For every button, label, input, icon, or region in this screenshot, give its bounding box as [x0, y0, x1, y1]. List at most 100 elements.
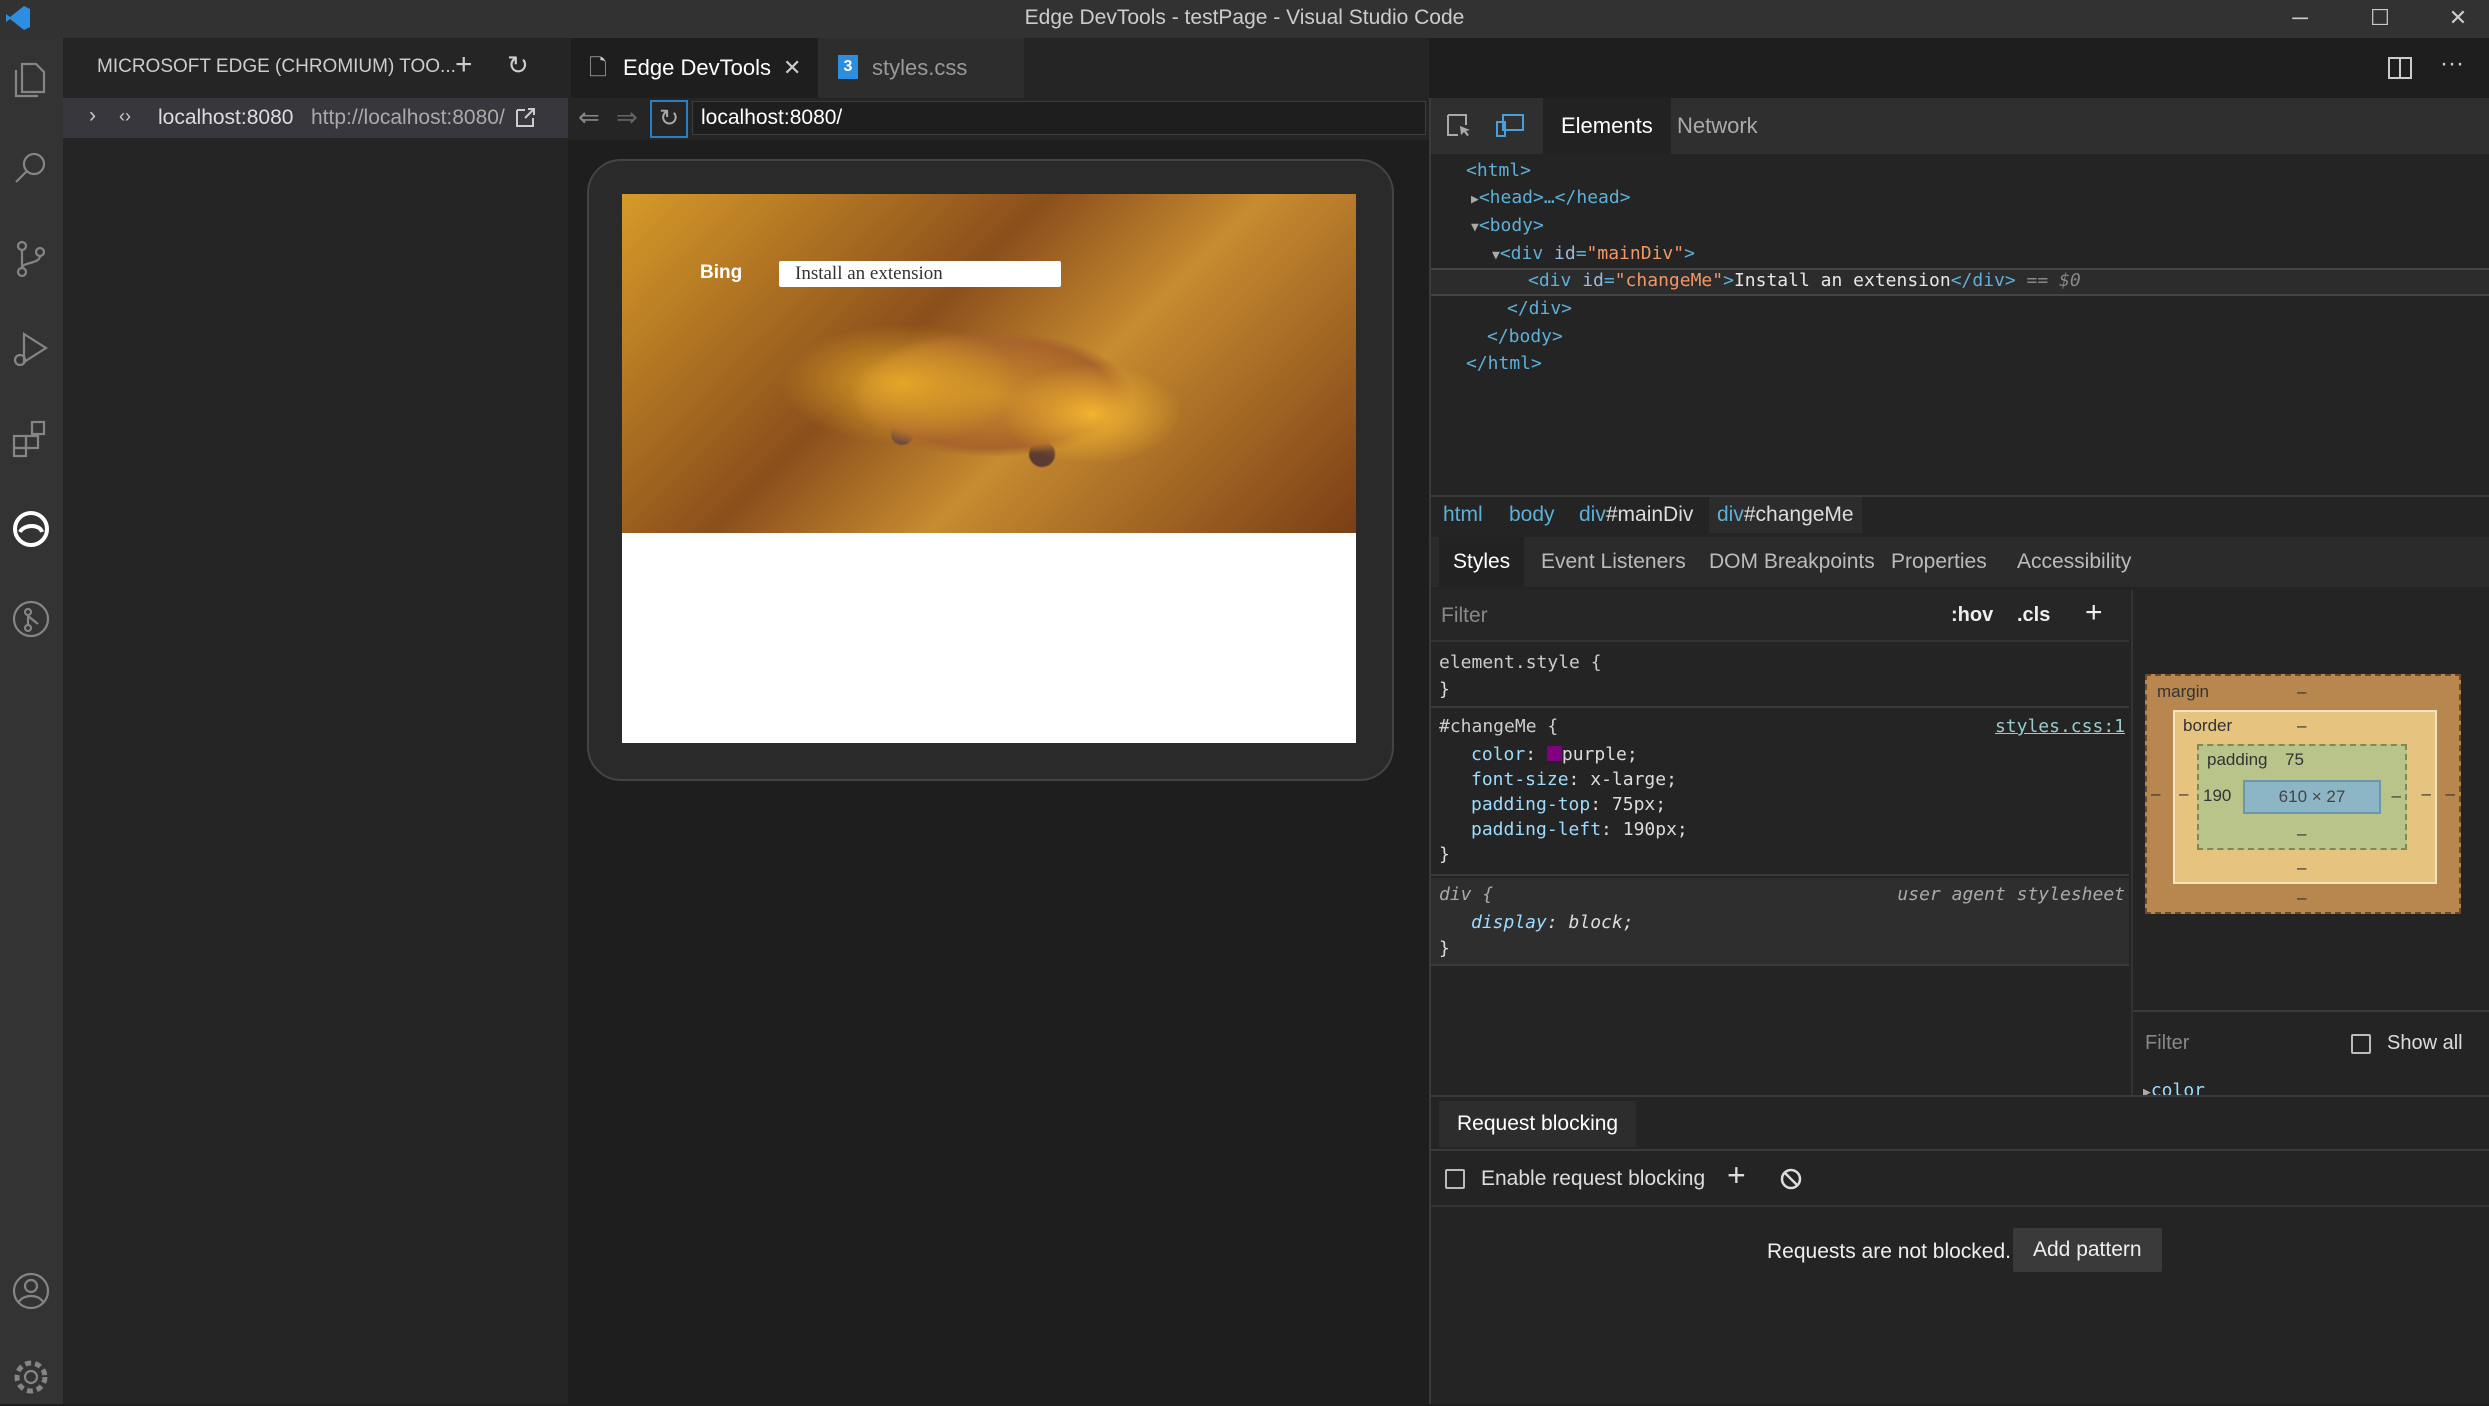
git-graph-icon[interactable] [8, 596, 54, 642]
margin-left: – [2151, 784, 2161, 803]
explorer-icon[interactable] [8, 56, 54, 102]
node-attr: id [1582, 270, 1604, 291]
dom-node-maindiv[interactable]: ▼<div id="mainDiv"> [1492, 243, 1695, 264]
enable-request-blocking-checkbox[interactable] [1445, 1169, 1465, 1189]
tab-styles[interactable]: Styles [1439, 537, 1525, 587]
device-emulation-icon[interactable] [1495, 112, 1525, 140]
prop-name: color [1471, 744, 1526, 765]
computed-filter-input[interactable]: Filter [2145, 1032, 2189, 1055]
breadcrumb-html[interactable]: html [1443, 503, 1483, 527]
breadcrumb-maindiv[interactable]: div#mainDiv [1579, 503, 1693, 527]
dom-node-html-close[interactable]: </html> [1466, 353, 1542, 374]
tab-properties[interactable]: Properties [1877, 537, 2001, 587]
target-name: localhost:8080 [158, 106, 294, 129]
tab-network[interactable]: Network [1659, 98, 1776, 154]
edge-devtools-icon[interactable] [8, 506, 54, 552]
minimize-button[interactable]: ─ [2265, 0, 2335, 38]
inspect-element-icon[interactable] [1445, 112, 1473, 140]
tab-accessibility[interactable]: Accessibility [2003, 537, 2145, 587]
node-attr-value: "changeMe" [1614, 270, 1724, 291]
forward-icon[interactable]: ⇒ [616, 102, 638, 133]
show-all-label: Show all [2387, 1032, 2463, 1054]
dom-node-html[interactable]: <html> [1466, 160, 1531, 181]
node-tag: <div [1528, 270, 1583, 291]
style-property[interactable]: color: purple; [1471, 744, 1638, 765]
search-box[interactable]: Install an extension [779, 261, 1061, 287]
selected-marker: == $0 [2015, 270, 2081, 291]
refresh-targets-button[interactable]: ↻ [507, 50, 529, 81]
background-image: Bing Install an extension [622, 194, 1356, 533]
dom-node-head[interactable]: ▶<head>…</head> [1471, 187, 1631, 208]
target-item[interactable]: › ‹› localhost:8080 http://localhost:808… [63, 98, 568, 138]
extensions-icon[interactable] [8, 416, 54, 462]
user-agent-div-rule: div { user agent stylesheet display: blo… [1431, 878, 2129, 966]
border-left: – [2179, 784, 2189, 803]
rule-close: } [1439, 938, 1450, 959]
hov-button[interactable]: :hov [1951, 604, 1993, 627]
rule-selector[interactable]: element.style { [1439, 652, 1602, 673]
run-debug-icon[interactable] [8, 326, 54, 372]
split-editor-icon[interactable] [2387, 55, 2413, 81]
element-style-rule: element.style { } [1431, 646, 2129, 708]
dom-node-changeme[interactable]: <div id="changeMe">Install an extension<… [1528, 270, 2081, 291]
settings-icon[interactable] [8, 1354, 54, 1400]
style-property[interactable]: font-size: x-large; [1471, 769, 1677, 790]
request-blocking-status: Requests are not blocked. [1767, 1240, 2011, 1263]
color-swatch[interactable] [1546, 746, 1562, 761]
padding-top: 75 [2285, 750, 2304, 769]
source-control-icon[interactable] [8, 236, 54, 282]
dom-node-body[interactable]: ▼<body> [1471, 215, 1544, 236]
prop-name: padding-left [1471, 819, 1602, 840]
tab-request-blocking[interactable]: Request blocking [1439, 1101, 1637, 1147]
cls-button[interactable]: .cls [2017, 604, 2050, 627]
open-external-icon[interactable] [513, 106, 537, 130]
page-viewport[interactable]: Bing Install an extension [622, 194, 1356, 743]
breadcrumb-body[interactable]: body [1509, 503, 1555, 527]
rule-close: } [1439, 844, 1450, 865]
chevron-right-icon[interactable]: › [89, 104, 96, 128]
border-right: – [2421, 784, 2431, 803]
back-icon[interactable]: ⇐ [578, 102, 600, 133]
add-target-button[interactable]: + [455, 48, 473, 82]
add-pattern-icon[interactable]: + [1727, 1157, 1746, 1194]
breadcrumb-changeme[interactable]: div#changeMe [1709, 497, 1862, 533]
tab-label: Edge DevTools [623, 55, 771, 80]
url-input[interactable]: localhost:8080/ [692, 101, 1426, 135]
box-model-content[interactable]: 610 × 27 [2243, 780, 2381, 814]
box-model-padding[interactable]: padding 75 190 – – 610 × 27 [2197, 744, 2407, 850]
rule-close: } [1439, 679, 1450, 700]
request-blocking-drawer: Request blocking Enable request blocking… [1431, 1095, 2489, 1404]
divider [2133, 1010, 2489, 1012]
tab-elements[interactable]: Elements [1543, 98, 1671, 154]
dom-node-body-close[interactable]: </body> [1487, 326, 1563, 347]
box-model-border[interactable]: border – – – – padding 75 190 – – 610 × … [2173, 710, 2437, 884]
new-style-rule-button[interactable]: + [2085, 596, 2103, 630]
node-attr-value: "mainDiv" [1586, 243, 1685, 264]
more-actions-icon[interactable]: ··· [2440, 50, 2464, 78]
styles-filter-input[interactable]: Filter [1441, 604, 1488, 628]
style-property[interactable]: padding-left: 190px; [1471, 819, 1688, 840]
tab-styles-css[interactable]: 3 styles.css [818, 38, 1024, 98]
reload-icon[interactable]: ↻ [650, 100, 688, 138]
dom-node-div-close[interactable]: </div> [1507, 298, 1572, 319]
code-icon: ‹› [119, 106, 131, 126]
maximize-button[interactable]: ☐ [2345, 0, 2415, 38]
show-all-checkbox[interactable] [2351, 1034, 2371, 1054]
account-icon[interactable] [8, 1268, 54, 1314]
tab-event-listeners[interactable]: Event Listeners [1527, 537, 1700, 587]
enable-request-blocking-label: Enable request blocking [1481, 1167, 1706, 1190]
browser-nav-bar: ⇐ ⇒ ↻ localhost:8080/ [568, 98, 1429, 140]
close-window-button[interactable]: ✕ [2423, 0, 2489, 38]
remove-all-patterns-icon[interactable] [1779, 1167, 1803, 1191]
rule-selector[interactable]: #changeMe { [1439, 716, 1558, 737]
rule-source: user agent stylesheet [1897, 884, 2125, 905]
add-pattern-button[interactable]: Add pattern [2013, 1228, 2162, 1272]
box-model-margin[interactable]: margin – – – – border – – – – padding 75… [2145, 674, 2461, 914]
search-icon[interactable] [8, 146, 54, 192]
tab-dom-breakpoints[interactable]: DOM Breakpoints [1695, 537, 1889, 587]
rule-source-link[interactable]: styles.css:1 [1995, 716, 2125, 737]
tab-edge-devtools[interactable]: 🗋 Edge DevTools ✕ [571, 38, 818, 98]
close-tab-icon[interactable]: ✕ [783, 38, 801, 98]
devtools-panel: Elements Network <html> ▶<head>…</head> … [1429, 98, 2489, 1404]
style-property[interactable]: padding-top: 75px; [1471, 794, 1666, 815]
